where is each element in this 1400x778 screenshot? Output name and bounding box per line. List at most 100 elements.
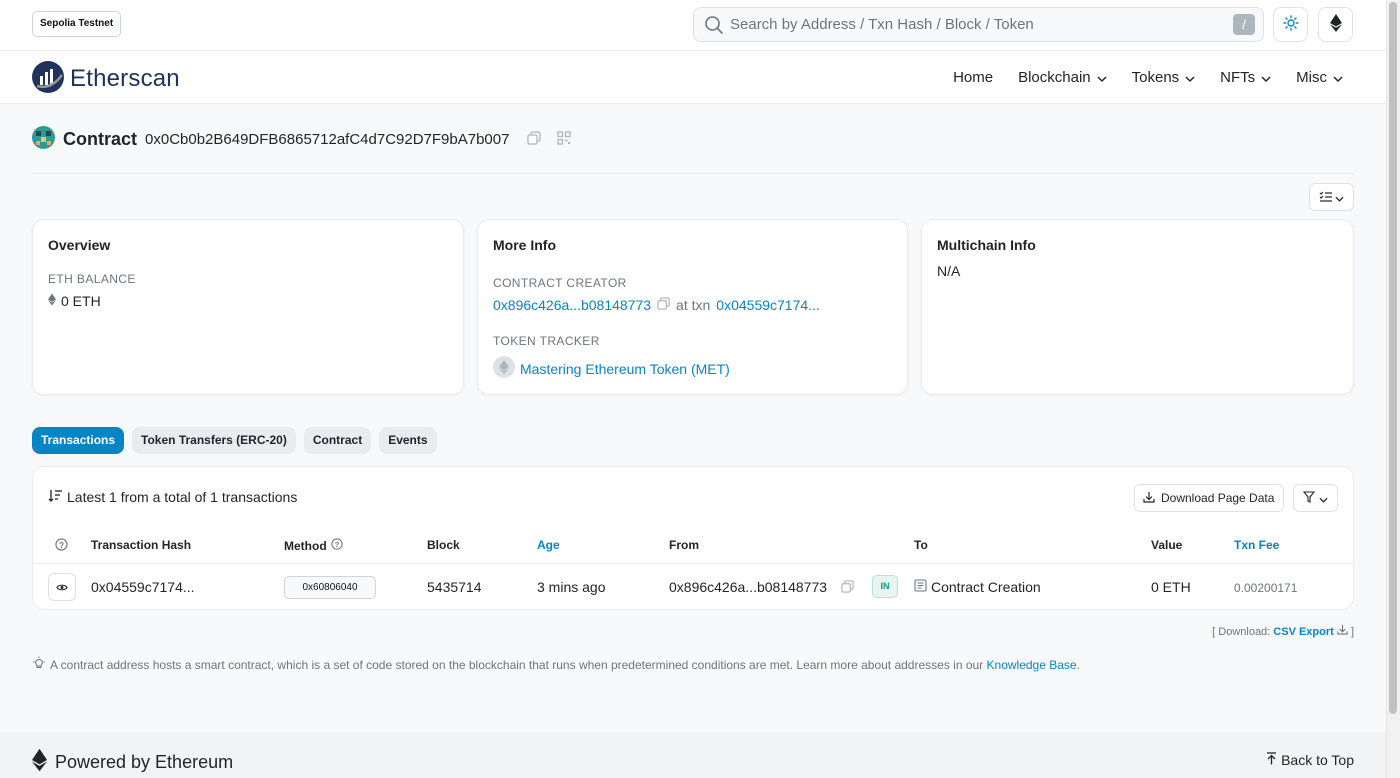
multichain-title: Multichain Info — [937, 237, 1036, 253]
nav-tokens[interactable]: Tokens — [1132, 69, 1196, 86]
ethereum-icon — [1329, 14, 1342, 35]
tab-events[interactable]: Events — [379, 427, 437, 454]
eth-balance: 0 ETH — [48, 293, 101, 309]
creator-address-link[interactable]: 0x896c426a...b08148773 — [493, 297, 651, 313]
col-method: Method? — [284, 538, 343, 553]
info-note: A contract address hosts a smart contrac… — [32, 656, 1080, 673]
at-txn-text: at txn — [676, 297, 711, 313]
col-age[interactable]: Age — [537, 538, 560, 552]
search-bar[interactable]: / — [693, 7, 1264, 42]
search-shortcut-key: / — [1233, 14, 1255, 35]
ethereum-icon — [32, 748, 47, 777]
filter-icon — [1302, 490, 1316, 506]
nav-nfts[interactable]: NFTs — [1220, 69, 1271, 86]
col-block: Block — [427, 538, 460, 552]
txn-value: 0 ETH — [1151, 579, 1191, 595]
from-address-link[interactable]: 0x896c426a...b08148773 — [669, 579, 827, 595]
brand-name: Etherscan — [70, 64, 180, 92]
nav-home-label: Home — [953, 69, 994, 86]
txn-hash-link[interactable]: 0x04559c7174... — [91, 579, 195, 595]
filter-button[interactable] — [1293, 484, 1338, 512]
csv-suffix: ] — [1350, 626, 1354, 638]
to-value: Contract Creation — [931, 579, 1041, 595]
header-divider — [32, 173, 1354, 174]
nav-blockchain-label: Blockchain — [1018, 69, 1091, 86]
download-icon — [1337, 624, 1348, 638]
main-navbar: Etherscan Home Blockchain Tokens NFTs Mi… — [0, 51, 1386, 104]
contract-creator: 0x896c426a...b08148773 at txn 0x04559c71… — [493, 297, 820, 313]
nav-misc[interactable]: Misc — [1296, 69, 1343, 86]
token-tracker-link[interactable]: Mastering Ethereum Token (MET) — [520, 361, 730, 377]
nav-menu: Home Blockchain Tokens NFTs Misc — [928, 51, 1343, 104]
txn-age: 3 mins ago — [537, 579, 606, 595]
info-note-text: A contract address hosts a smart contrac… — [50, 658, 1080, 672]
network-badge[interactable]: Sepolia Testnet — [32, 11, 122, 37]
top-bar: Sepolia Testnet / — [0, 0, 1386, 51]
to-cell: Contract Creation — [914, 579, 1041, 595]
contract-title: Contract — [63, 128, 138, 149]
content-tabs: Transactions Token Transfers (ERC-20) Co… — [32, 427, 437, 454]
back-to-top-link[interactable]: Back to Top — [1266, 752, 1354, 768]
method-badge: 0x60806040 — [284, 576, 376, 599]
col-txn-fee[interactable]: Txn Fee — [1234, 538, 1279, 552]
block-link[interactable]: 5435714 — [427, 579, 482, 595]
eye-icon — [56, 579, 68, 595]
col-transaction-hash: Transaction Hash — [91, 538, 192, 552]
more-info-card: More Info CONTRACT CREATOR 0x896c426a...… — [477, 219, 908, 395]
contract-avatar — [32, 126, 55, 152]
file-text-icon — [914, 579, 927, 595]
etherscan-logo[interactable]: Etherscan — [31, 60, 180, 97]
overview-card: Overview ETH BALANCE 0 ETH — [32, 219, 464, 395]
chevron-down-icon — [1261, 69, 1271, 86]
csv-export-link[interactable]: CSV Export — [1273, 626, 1334, 638]
help-icon[interactable]: ? — [330, 538, 343, 553]
download-page-data-button[interactable]: Download Page Data — [1134, 484, 1284, 512]
svg-text:?: ? — [334, 540, 339, 549]
powered-by: Powered by Ethereum — [32, 748, 233, 777]
tab-contract[interactable]: Contract — [303, 427, 372, 454]
token-tracker-label: TOKEN TRACKER — [493, 334, 600, 348]
qr-code-icon[interactable] — [557, 130, 572, 148]
info-note-end: . — [1076, 657, 1080, 672]
view-details-button[interactable] — [48, 573, 76, 601]
contract-address: 0x0Cb0b2B649DFB6865712afC4d7C92D7F9bA7b0… — [145, 130, 510, 148]
copy-icon[interactable] — [527, 130, 542, 148]
copy-icon[interactable] — [841, 580, 854, 596]
knowledge-base-link[interactable]: Knowledge Base — [987, 658, 1077, 672]
csv-prefix: [ Download: — [1212, 626, 1271, 638]
powered-by-text: Powered by Ethereum — [55, 752, 234, 772]
search-input[interactable] — [730, 8, 1220, 41]
footer: Powered by Ethereum Back to Top — [0, 732, 1386, 778]
view-options-button[interactable] — [1309, 183, 1354, 211]
chevron-down-icon — [1319, 490, 1328, 506]
eth-balance-label: ETH BALANCE — [48, 272, 136, 286]
token-tracker: Mastering Ethereum Token (MET) — [493, 356, 730, 381]
more-info-title: More Info — [493, 237, 556, 253]
chevron-down-icon — [1097, 69, 1107, 86]
lightbulb-icon — [32, 656, 46, 673]
copy-icon[interactable] — [657, 297, 670, 313]
col-from: From — [669, 538, 699, 552]
txn-fee: 0.00200171 — [1234, 581, 1298, 595]
chevron-down-icon — [1333, 69, 1343, 86]
scrollbar-thumb[interactable] — [1389, 2, 1397, 714]
download-icon — [1143, 491, 1155, 506]
nav-tokens-label: Tokens — [1131, 69, 1180, 86]
nav-home[interactable]: Home — [953, 69, 993, 86]
network-switch-button[interactable] — [1318, 7, 1353, 42]
page-scrollbar[interactable] — [1386, 0, 1400, 778]
table-header-divider — [33, 563, 1353, 564]
tab-transactions[interactable]: Transactions — [32, 427, 125, 454]
multichain-value: N/A — [937, 263, 961, 279]
back-to-top-label: Back to Top — [1281, 752, 1354, 768]
download-page-data-label: Download Page Data — [1161, 491, 1275, 505]
creator-txn-link[interactable]: 0x04559c7174... — [716, 297, 820, 313]
list-check-icon — [1319, 189, 1332, 205]
tab-token-transfers[interactable]: Token Transfers (ERC-20) — [132, 427, 296, 454]
info-note-body: A contract address hosts a smart contrac… — [50, 657, 984, 672]
nav-blockchain[interactable]: Blockchain — [1018, 69, 1107, 86]
help-icon[interactable]: ? — [55, 538, 68, 554]
theme-toggle-button[interactable] — [1273, 7, 1308, 42]
col-value: Value — [1151, 538, 1183, 552]
chevron-down-icon — [1185, 69, 1195, 86]
